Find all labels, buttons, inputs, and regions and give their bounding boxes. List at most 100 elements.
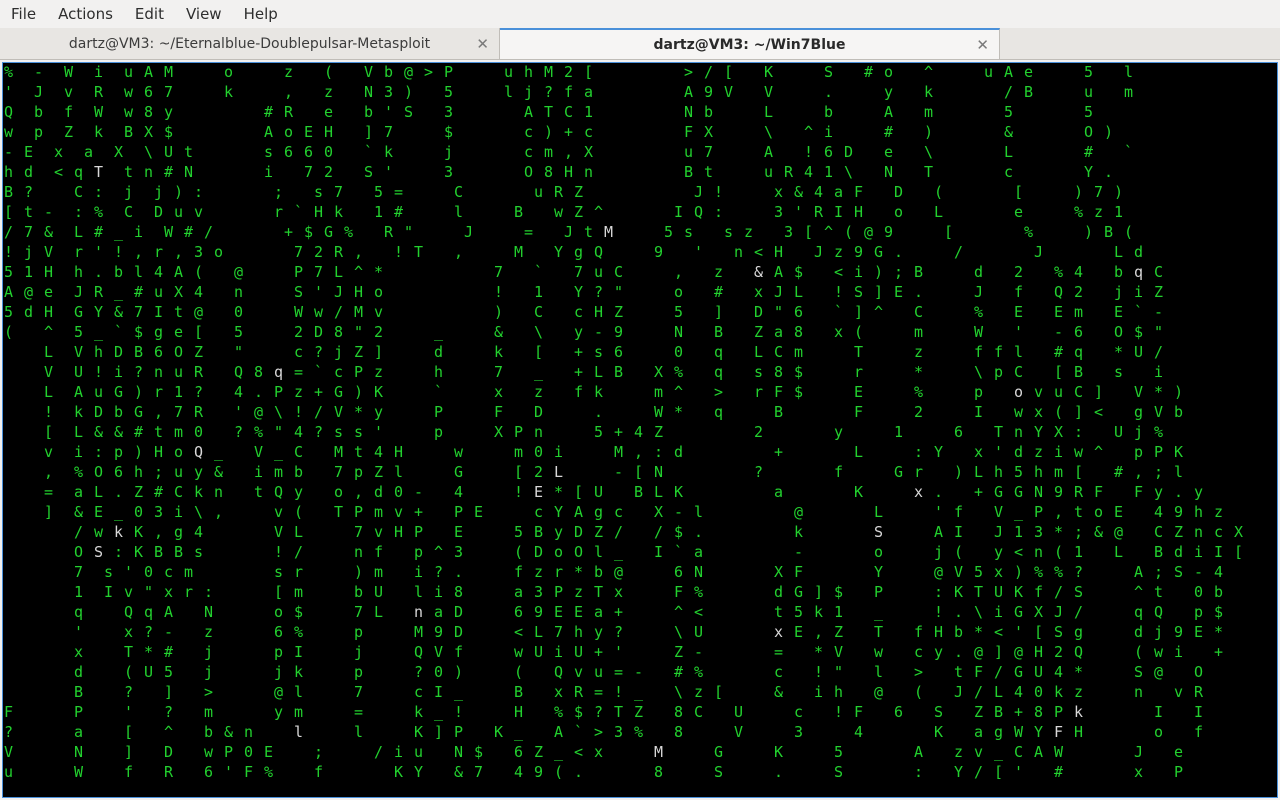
matrix-glyph: n bbox=[144, 163, 153, 181]
matrix-glyph: ) bbox=[954, 463, 963, 481]
matrix-glyph: I bbox=[1214, 543, 1223, 561]
matrix-glyph: L bbox=[794, 283, 803, 301]
matrix-glyph: * bbox=[674, 403, 683, 421]
matrix-glyph: R bbox=[94, 83, 104, 101]
matrix-glyph: * bbox=[974, 623, 983, 641]
matrix-glyph: t bbox=[704, 163, 713, 181]
matrix-glyph: 9 bbox=[534, 763, 543, 781]
matrix-glyph: * bbox=[914, 363, 923, 381]
close-icon[interactable]: ✕ bbox=[976, 36, 989, 54]
matrix-glyph: 4 bbox=[634, 423, 643, 441]
matrix-glyph: E bbox=[94, 503, 103, 521]
matrix-glyph: A bbox=[1134, 563, 1143, 581]
matrix-glyph: < bbox=[694, 603, 703, 621]
menu-file[interactable]: File bbox=[0, 0, 47, 28]
matrix-glyph: x bbox=[914, 483, 923, 501]
matrix-glyph: D bbox=[154, 203, 163, 221]
matrix-glyph: / bbox=[994, 663, 1003, 681]
matrix-glyph: T bbox=[544, 103, 553, 121]
matrix-glyph: > bbox=[594, 723, 603, 741]
matrix-glyph: w bbox=[124, 103, 134, 121]
matrix-glyph: ? bbox=[594, 283, 603, 301]
matrix-glyph: + bbox=[564, 123, 573, 141]
matrix-glyph: S bbox=[824, 63, 833, 81]
matrix-glyph: Z bbox=[754, 323, 763, 341]
matrix-glyph: Z bbox=[634, 703, 643, 721]
close-icon[interactable]: ✕ bbox=[476, 35, 489, 53]
matrix-glyph: $ bbox=[574, 703, 583, 721]
matrix-glyph: i bbox=[1054, 443, 1063, 461]
matrix-glyph: ] bbox=[994, 643, 1003, 661]
matrix-glyph: m bbox=[794, 343, 803, 361]
matrix-glyph: s bbox=[314, 183, 323, 201]
matrix-glyph: _ bbox=[434, 323, 444, 341]
matrix-glyph: ' bbox=[1014, 323, 1023, 341]
matrix-glyph: R bbox=[814, 203, 824, 221]
matrix-glyph: H bbox=[394, 523, 403, 541]
matrix-glyph: k bbox=[334, 203, 343, 221]
menu-view[interactable]: View bbox=[175, 0, 233, 28]
matrix-glyph: \ bbox=[144, 143, 153, 161]
matrix-glyph: H bbox=[44, 263, 53, 281]
matrix-glyph: c bbox=[334, 363, 343, 381]
matrix-glyph: _ bbox=[274, 443, 284, 461]
matrix-glyph: # bbox=[134, 423, 143, 441]
matrix-glyph: @ bbox=[794, 503, 803, 521]
menu-edit[interactable]: Edit bbox=[124, 0, 175, 28]
matrix-glyph: _ bbox=[214, 443, 224, 461]
matrix-glyph: L bbox=[74, 423, 83, 441]
matrix-glyph: - bbox=[674, 503, 683, 521]
matrix-glyph: # bbox=[884, 123, 893, 141]
matrix-glyph: & bbox=[1094, 523, 1103, 541]
matrix-glyph: V bbox=[274, 523, 283, 541]
matrix-glyph: _ bbox=[874, 603, 884, 621]
matrix-glyph: [ bbox=[534, 343, 543, 361]
menu-bar: File Actions Edit View Help bbox=[0, 0, 1280, 28]
matrix-glyph: N bbox=[694, 563, 703, 581]
menu-help[interactable]: Help bbox=[233, 0, 289, 28]
matrix-glyph: : bbox=[94, 183, 103, 201]
matrix-glyph: J bbox=[74, 283, 83, 301]
matrix-glyph: Q bbox=[124, 603, 133, 621]
matrix-glyph: m bbox=[294, 583, 303, 601]
matrix-glyph: ' bbox=[314, 283, 323, 301]
matrix-glyph: 6 bbox=[824, 143, 833, 161]
matrix-glyph: l bbox=[134, 263, 143, 281]
menu-actions[interactable]: Actions bbox=[47, 0, 124, 28]
matrix-glyph: _ bbox=[554, 743, 564, 761]
matrix-glyph: P bbox=[454, 723, 463, 741]
matrix-glyph: ' bbox=[694, 243, 703, 261]
matrix-glyph: j bbox=[934, 543, 943, 561]
matrix-glyph: R bbox=[1074, 483, 1084, 501]
matrix-glyph: \ bbox=[534, 323, 543, 341]
matrix-glyph: e bbox=[884, 143, 893, 161]
matrix-glyph: ) bbox=[1014, 563, 1023, 581]
matrix-glyph: & bbox=[94, 423, 103, 441]
matrix-glyph: N bbox=[654, 463, 663, 481]
matrix-glyph: r bbox=[274, 203, 283, 221]
matrix-glyph: ' bbox=[794, 203, 803, 221]
matrix-glyph: % bbox=[1054, 263, 1063, 281]
matrix-glyph: P bbox=[444, 63, 453, 81]
tab-eternalblue[interactable]: dartz@VM3: ~/Eternalblue-Doublepulsar-Me… bbox=[0, 28, 500, 59]
matrix-glyph: ! bbox=[454, 703, 463, 721]
matrix-glyph: x bbox=[554, 683, 563, 701]
matrix-glyph: X bbox=[494, 423, 503, 441]
matrix-glyph: i bbox=[1194, 543, 1203, 561]
matrix-glyph: ! bbox=[514, 483, 523, 501]
tab-win7blue[interactable]: dartz@VM3: ~/Win7Blue ✕ bbox=[500, 28, 1000, 59]
matrix-glyph: B bbox=[174, 543, 183, 561]
matrix-glyph: b bbox=[1174, 403, 1183, 421]
matrix-glyph: S bbox=[364, 163, 373, 181]
matrix-glyph: i bbox=[554, 643, 563, 661]
matrix-glyph: r bbox=[854, 363, 863, 381]
matrix-glyph: F bbox=[4, 703, 13, 721]
matrix-glyph: @ bbox=[234, 263, 243, 281]
matrix-glyph: o bbox=[1154, 723, 1163, 741]
matrix-glyph: v bbox=[374, 303, 383, 321]
terminal-output[interactable]: % - Wi u A Mo z(Vb @ > Pu h M 2[> /[K S # o ^ u Ae 5 l ' Jv Rw 6 7… bbox=[2, 62, 1278, 798]
matrix-glyph: t bbox=[954, 663, 963, 681]
matrix-glyph: < bbox=[994, 623, 1003, 641]
matrix-glyph: 1 bbox=[824, 163, 833, 181]
matrix-glyph: g bbox=[174, 523, 183, 541]
